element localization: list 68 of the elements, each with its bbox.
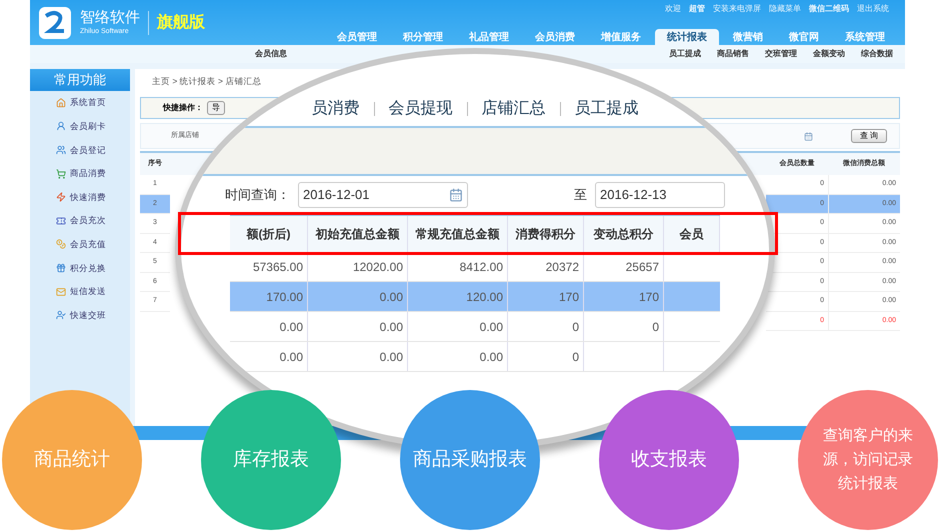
sidebar-item[interactable]: 系统首页	[30, 91, 130, 115]
breadcrumb: 主页 > 统计报表 > 店铺汇总	[151, 74, 262, 88]
subnav-link[interactable]: 会员信息	[255, 48, 287, 60]
sidebar-item[interactable]: 快速消费	[30, 185, 130, 209]
table-cell: 0.00	[230, 342, 308, 371]
subnav-link[interactable]: 综合数据	[861, 48, 893, 60]
table-cell: 0.00	[230, 312, 308, 341]
edition-label: 旗舰版	[148, 10, 205, 34]
menu-icon	[56, 286, 66, 297]
table-cell: 0.00	[408, 312, 508, 341]
date-query-label: 时间查询：	[225, 186, 290, 204]
subnav-link[interactable]: 员工提成	[669, 48, 701, 60]
table-row[interactable]: 170.00 0.00 120.00 170 170	[230, 282, 720, 312]
subnav-link[interactable]: 商品销售	[717, 48, 749, 60]
table-cell: 170.00	[230, 282, 308, 311]
table-cell: 0.00	[308, 342, 408, 371]
menu-icon	[56, 168, 66, 179]
search-button[interactable]: 查 询	[850, 129, 887, 143]
table-cell: 0.00	[408, 342, 508, 371]
start-date-field[interactable]: 2016-12-01	[298, 182, 468, 208]
sidebar-item[interactable]: 会员刷卡	[30, 114, 130, 138]
menu-icon	[56, 192, 66, 202]
brand-name: 智络软件	[80, 8, 140, 28]
table-cell: 20372	[508, 252, 584, 281]
table-cell: 170	[508, 282, 584, 311]
menu-icon	[56, 239, 66, 250]
table-cell: 25657	[584, 252, 664, 281]
report-tab[interactable]: 会员提现	[388, 97, 452, 121]
table-cell: 0	[508, 342, 584, 371]
report-tab[interactable]: 员消费	[312, 97, 360, 121]
end-date-field[interactable]: 2016-12-13	[595, 182, 725, 208]
date-separator: 至	[574, 186, 587, 204]
menu-icon	[56, 98, 66, 108]
table-cell: 57365.00	[230, 252, 308, 281]
export-button[interactable]: 导	[207, 101, 225, 115]
table-cell: 0.00	[308, 312, 408, 341]
logo-icon	[38, 6, 72, 40]
menu-icon	[56, 121, 66, 132]
table-row[interactable]: 0.00 0.00 0.00 0 0	[230, 312, 720, 342]
table-cell: 0.00	[308, 282, 408, 311]
menu-icon	[56, 216, 66, 226]
menu-icon	[56, 144, 66, 155]
table-cell: 0	[508, 312, 584, 341]
table-cell: 170	[584, 282, 664, 311]
subnav-link[interactable]: 交班管理	[765, 48, 797, 60]
table-cell: 12020.00	[308, 252, 408, 281]
table-cell: 0	[584, 312, 664, 341]
subnav-link[interactable]: 金额变动	[813, 48, 845, 60]
sidebar-item[interactable]: 商品消费	[30, 162, 130, 186]
calendar-icon	[804, 132, 813, 140]
table-row[interactable]: 0.00 0.00 0.00 0	[230, 342, 720, 372]
sidebar-item[interactable]: 短信发送	[30, 280, 130, 304]
calendar-icon	[449, 188, 463, 202]
quick-ops-label: 快捷操作：	[163, 102, 203, 114]
table-cell: 120.00	[408, 282, 508, 311]
sidebar-item[interactable]: 会员充值	[30, 232, 130, 256]
sidebar-title: 常用功能	[30, 69, 130, 91]
sidebar-item[interactable]: 快速交班	[30, 303, 130, 327]
report-tab[interactable]: 店铺汇总	[482, 97, 546, 121]
sidebar-item[interactable]: 会员充次	[30, 208, 130, 233]
table-cell: 8412.00	[408, 252, 508, 281]
sidebar-item[interactable]: 积分兑换	[30, 256, 130, 280]
nav-tab[interactable]: 统计报表	[655, 29, 719, 45]
sidebar-item[interactable]: 会员登记	[30, 138, 130, 162]
menu-icon	[56, 310, 66, 320]
report-tab[interactable]: 员工提成	[574, 97, 638, 121]
menu-icon	[56, 262, 66, 273]
table-row[interactable]: 57365.00 12020.00 8412.00 20372 25657	[230, 252, 720, 282]
